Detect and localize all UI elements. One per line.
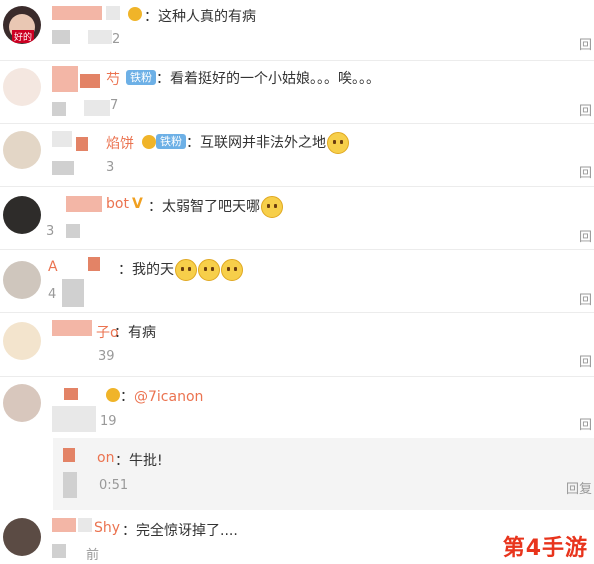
sub-reply-time: 0:51 [99,478,129,493]
confused-emoji-icon [221,259,243,281]
comment-text: ：完全惊讶掉了.... [122,523,238,539]
comment-time: 4 [48,287,57,302]
reply-button[interactable]: 回 [579,351,592,370]
comment-text: ：看着挺好的一个小姑娘。。。唉。。。 [156,71,380,87]
user-mention[interactable]: @7icanon [134,389,203,405]
avatar[interactable] [3,322,41,360]
confused-emoji-icon [198,259,220,281]
reply-button[interactable]: 回 [579,162,592,181]
laughing-emoji-icon [327,132,349,154]
comment-text: ：@7icanon [120,389,204,405]
avatar[interactable] [3,384,41,422]
comment-time: 前 [86,548,100,563]
comment-row: A ：我的天 4 回 [0,249,594,313]
comment-author[interactable]: 芍 [106,69,120,89]
reply-button[interactable]: 回 [579,289,592,308]
sub-reply: on ：牛批! 0:51 回复 [53,438,594,510]
avatar[interactable] [3,196,41,234]
comment-text: ：我的天 [118,259,243,281]
comment-text: ：这种人真的有病 [144,9,256,25]
fan-badge: 铁粉 [156,134,186,149]
comment-time: 39 [98,349,115,364]
avatar-caption: 好的 [12,30,35,43]
comment-row: bot V ：太弱智了吧天哪 3 回 [0,186,594,250]
comment-time: 3 [46,224,55,239]
comment-author[interactable]: A [48,259,58,275]
comment-time: 19 [100,414,117,429]
reply-button[interactable]: 回 [579,414,592,433]
fan-badge: 铁粉 [126,70,156,85]
avatar[interactable] [3,131,41,169]
sub-reply-author[interactable]: on [97,450,114,466]
comment-row: 好的 ：这种人真的有病 2 回 [0,0,594,61]
comment-time: 2 [112,32,121,47]
sub-reply-text: ：牛批! [115,453,163,469]
comment-row: 焰饼 铁粉 ：互联网并非法外之地 3 回 [0,123,594,187]
reply-button[interactable]: 回 [579,100,592,119]
comment-row: 子o ：有病 39 回 [0,312,594,377]
comment-time: 3 [106,160,115,175]
comment-author[interactable]: Shy [94,520,120,536]
shocked-emoji-icon [261,196,283,218]
avatar[interactable] [3,518,41,556]
reply-button[interactable]: 回 [579,226,592,245]
avatar[interactable] [3,68,41,106]
comment-text: ：有病 [114,325,156,341]
comment-author[interactable]: bot V [106,196,143,212]
avatar[interactable] [3,261,41,299]
confused-emoji-icon [175,259,197,281]
site-watermark: 第4手游 [502,536,588,561]
avatar[interactable]: 好的 [3,6,41,44]
reply-button[interactable]: 回 [579,34,592,53]
comment-text: ：互联网并非法外之地 [186,132,349,154]
comment-author[interactable]: 焰饼 [106,133,134,153]
comment-text: ：太弱智了吧天哪 [148,196,283,218]
reply-button[interactable]: 回复 [566,478,592,497]
comment-row: 芍 铁粉 ：看着挺好的一个小姑娘。。。唉。。。 7 回 [0,60,594,124]
comment-time: 7 [110,98,119,113]
